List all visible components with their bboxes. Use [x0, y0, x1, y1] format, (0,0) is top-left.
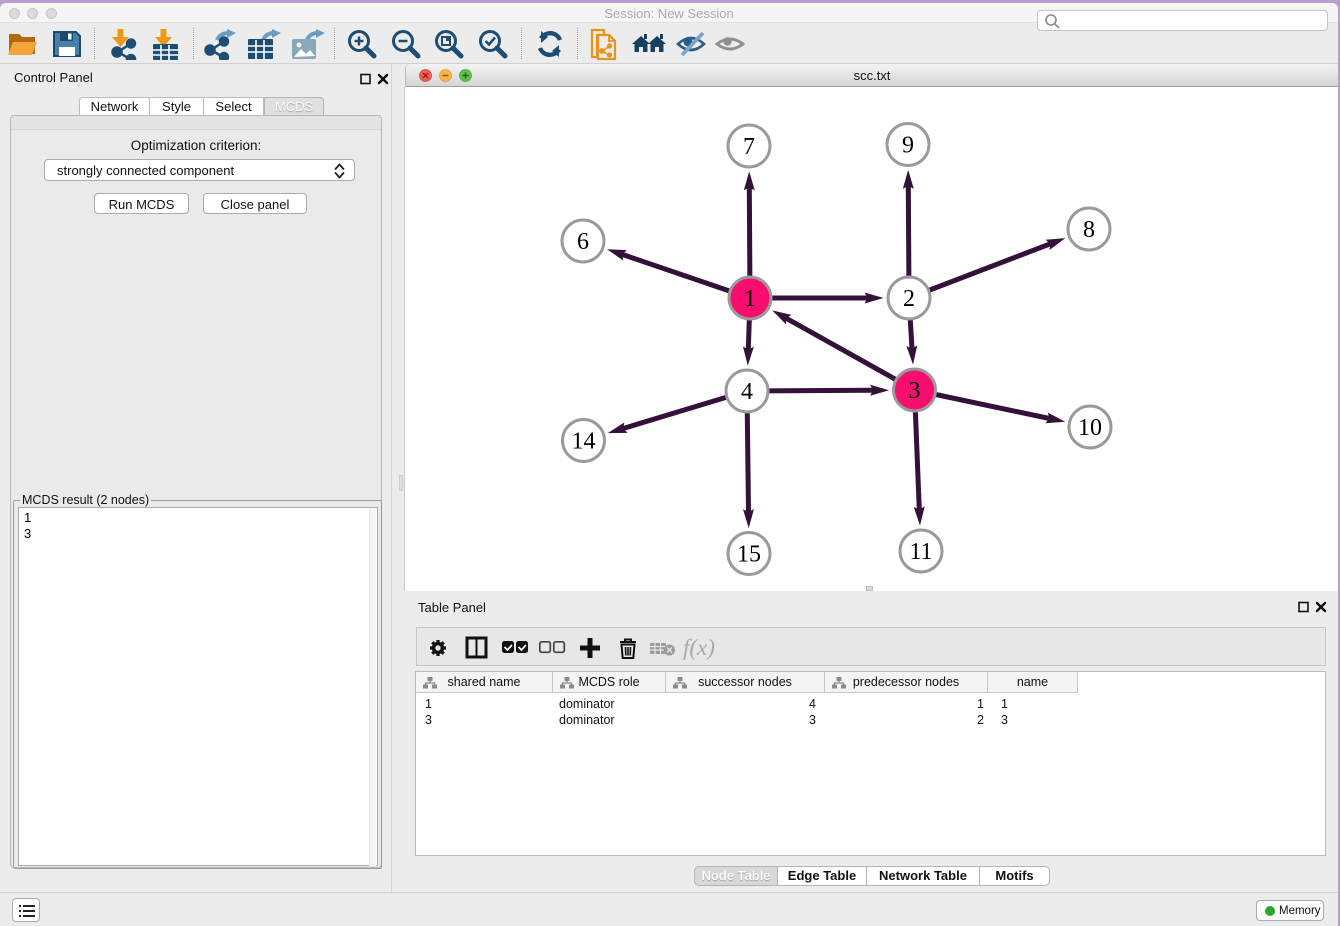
- svg-text:7: 7: [743, 134, 755, 160]
- svg-text:3: 3: [909, 378, 921, 404]
- svg-text:8: 8: [1083, 217, 1095, 243]
- svg-text:10: 10: [1078, 415, 1102, 441]
- svg-text:2: 2: [903, 286, 915, 312]
- svg-text:6: 6: [577, 229, 589, 255]
- svg-text:11: 11: [909, 539, 932, 565]
- svg-text:14: 14: [572, 429, 596, 455]
- svg-text:4: 4: [741, 379, 753, 405]
- svg-text:15: 15: [737, 542, 761, 568]
- svg-text:9: 9: [902, 133, 914, 159]
- svg-text:1: 1: [744, 286, 756, 312]
